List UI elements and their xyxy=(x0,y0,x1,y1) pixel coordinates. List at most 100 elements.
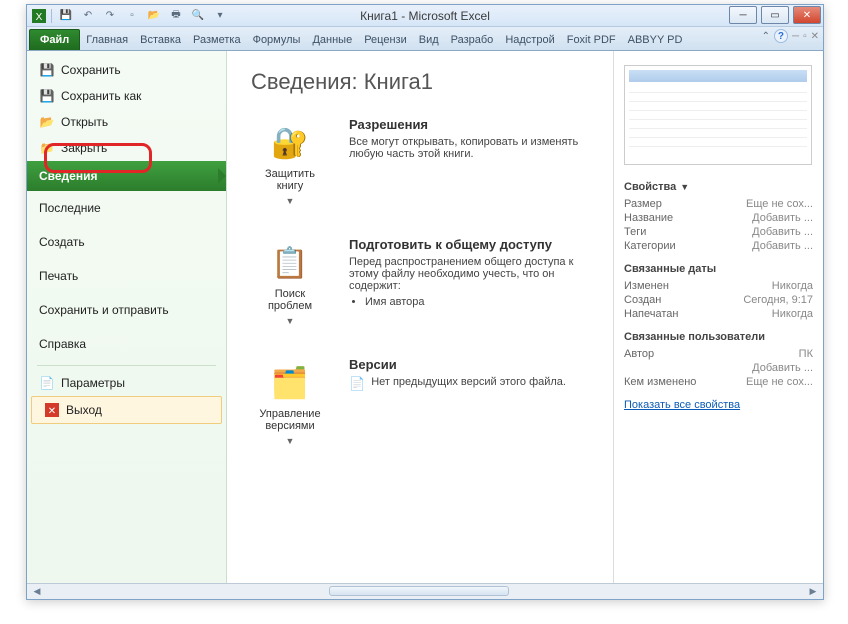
doc-icon: 📄 xyxy=(349,376,365,392)
tab-abbyy[interactable]: ABBYY PD xyxy=(622,30,689,50)
block-desc: Нет предыдущих версий этого файла. xyxy=(371,376,566,388)
scroll-thumb[interactable] xyxy=(329,586,509,596)
btn-label: Поиск проблем xyxy=(254,288,326,312)
window-minimize-icon[interactable]: ─ xyxy=(792,31,799,42)
check-bullet: Имя автора xyxy=(365,296,589,308)
nav-label: Сохранить xyxy=(61,63,121,77)
versions-icon: 🗂️ xyxy=(269,362,311,404)
nav-label: Справка xyxy=(39,337,86,351)
permissions-text: Разрешения Все могут открывать, копирова… xyxy=(349,117,589,211)
horizontal-scrollbar[interactable]: ◀ ▶ xyxy=(27,583,823,599)
nav-new[interactable]: Создать xyxy=(27,225,226,259)
show-all-properties-link[interactable]: Показать все свойства xyxy=(624,399,740,411)
tab-addins[interactable]: Надстрой xyxy=(499,30,560,50)
check-issues-button[interactable]: 📋 Поиск проблем ▼ xyxy=(251,237,329,331)
scroll-right-icon[interactable]: ▶ xyxy=(805,584,821,598)
tab-developer[interactable]: Разрабо xyxy=(445,30,500,50)
block-title: Подготовить к общему доступу xyxy=(349,237,589,252)
qat-save-icon[interactable]: 💾 xyxy=(56,7,76,25)
window-restore-icon[interactable]: ▫ xyxy=(803,31,807,42)
nav-label: Закрыть xyxy=(61,141,107,155)
tab-review[interactable]: Рецензи xyxy=(358,30,413,50)
nav-open[interactable]: 📂 Открыть xyxy=(27,109,226,135)
svg-text:✕: ✕ xyxy=(48,406,56,417)
page-title: Сведения: Книга1 xyxy=(251,69,589,95)
prop-add-author[interactable]: Добавить ... xyxy=(624,361,813,375)
dates-heading: Связанные даты xyxy=(624,263,813,275)
tab-insert[interactable]: Вставка xyxy=(134,30,187,50)
block-desc: Перед распространением общего доступа к … xyxy=(349,256,589,292)
svg-text:X: X xyxy=(36,12,43,23)
check-text: Подготовить к общему доступу Перед распр… xyxy=(349,237,589,331)
tab-foxit[interactable]: Foxit PDF xyxy=(561,30,622,50)
nav-info[interactable]: Сведения xyxy=(27,161,226,191)
nav-print[interactable]: Печать xyxy=(27,259,226,293)
prop-categories[interactable]: КатегорииДобавить ... xyxy=(624,239,813,253)
tab-file[interactable]: Файл xyxy=(29,29,80,50)
prop-lastmod: Кем измененоЕще не сох... xyxy=(624,375,813,389)
tab-view[interactable]: Вид xyxy=(413,30,445,50)
btn-label: Управление версиями xyxy=(254,408,326,432)
chevron-down-icon: ▼ xyxy=(286,436,295,446)
prop-size: РазмерЕще не сох... xyxy=(624,197,813,211)
open-icon: 📂 xyxy=(39,114,55,130)
block-desc: Все могут открывать, копировать и изменя… xyxy=(349,136,589,160)
tab-home[interactable]: Главная xyxy=(80,30,134,50)
lock-icon: 🔐 xyxy=(269,122,311,164)
nav-label: Последние xyxy=(39,201,101,215)
prop-created: СозданСегодня, 9:17 xyxy=(624,293,813,307)
properties-heading[interactable]: Свойства▼ xyxy=(624,181,813,193)
chevron-down-icon: ▼ xyxy=(286,196,295,206)
backstage-main: Сведения: Книга1 🔐 Защитить книгу ▼ Разр… xyxy=(227,51,823,583)
nav-save[interactable]: 💾 Сохранить xyxy=(27,57,226,83)
qat-new-icon[interactable]: ▫ xyxy=(122,7,142,25)
nav-label: Сведения xyxy=(39,169,97,183)
qat-undo-icon[interactable]: ↶ xyxy=(78,7,98,25)
prop-tags[interactable]: ТегиДобавить ... xyxy=(624,225,813,239)
qat-more-icon[interactable]: ▾ xyxy=(210,7,230,25)
document-thumbnail[interactable] xyxy=(624,65,812,165)
backstage: 💾 Сохранить 💾 Сохранить как 📂 Открыть 📁 … xyxy=(27,51,823,583)
nav-exit[interactable]: ✕ Выход xyxy=(31,396,222,424)
nav-share[interactable]: Сохранить и отправить xyxy=(27,293,226,327)
tab-formulas[interactable]: Формулы xyxy=(247,30,307,50)
tab-data[interactable]: Данные xyxy=(306,30,358,50)
nav-options[interactable]: 📄 Параметры xyxy=(27,370,226,396)
nav-label: Параметры xyxy=(61,376,125,390)
protect-workbook-button[interactable]: 🔐 Защитить книгу ▼ xyxy=(251,117,329,211)
info-panel: Сведения: Книга1 🔐 Защитить книгу ▼ Разр… xyxy=(227,51,613,583)
options-icon: 📄 xyxy=(39,375,55,391)
versions-text: Версии 📄 Нет предыдущих версий этого фай… xyxy=(349,357,589,451)
qat-open-icon[interactable]: 📂 xyxy=(144,7,164,25)
nav-label: Выход xyxy=(66,403,102,417)
scroll-left-icon[interactable]: ◀ xyxy=(29,584,45,598)
qat-redo-icon[interactable]: ↷ xyxy=(100,7,120,25)
nav-saveas[interactable]: 💾 Сохранить как xyxy=(27,83,226,109)
tab-layout[interactable]: Разметка xyxy=(187,30,247,50)
ribbon-minimize-icon[interactable]: ⌃ xyxy=(762,31,770,42)
qat-preview-icon[interactable]: 🔍 xyxy=(188,7,208,25)
qat-divider xyxy=(51,9,52,23)
window-title: Книга1 - Microsoft Excel xyxy=(360,9,490,23)
checklist-icon: 📋 xyxy=(269,242,311,284)
nav-close[interactable]: 📁 Закрыть xyxy=(27,135,226,161)
block-title: Версии xyxy=(349,357,589,372)
people-heading: Связанные пользователи xyxy=(624,331,813,343)
nav-recent[interactable]: Последние xyxy=(27,191,226,225)
minimize-button[interactable]: ─ xyxy=(729,6,757,24)
nav-label: Сохранить как xyxy=(61,89,141,103)
window-close-icon[interactable]: ✕ xyxy=(811,31,819,42)
backstage-nav: 💾 Сохранить 💾 Сохранить как 📂 Открыть 📁 … xyxy=(27,51,227,583)
maximize-button[interactable]: ▭ xyxy=(761,6,789,24)
btn-label: Защитить книгу xyxy=(254,168,326,192)
prop-title[interactable]: НазваниеДобавить ... xyxy=(624,211,813,225)
qat-quickprint-icon[interactable]: 🖶 xyxy=(166,7,186,25)
prop-printed: НапечатанНикогда xyxy=(624,307,813,321)
help-icon[interactable]: ? xyxy=(774,29,788,43)
close-button[interactable]: ✕ xyxy=(793,6,821,24)
nav-help[interactable]: Справка xyxy=(27,327,226,361)
nav-label: Сохранить и отправить xyxy=(39,303,169,317)
nav-label: Создать xyxy=(39,235,85,249)
manage-versions-button[interactable]: 🗂️ Управление версиями ▼ xyxy=(251,357,329,451)
window: X 💾 ↶ ↷ ▫ 📂 🖶 🔍 ▾ Книга1 - Microsoft Exc… xyxy=(26,4,824,600)
